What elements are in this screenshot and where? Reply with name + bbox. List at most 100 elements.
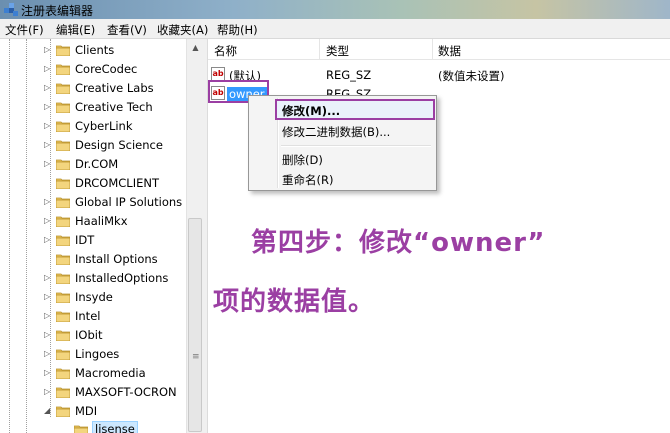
tree-item[interactable]: ▷ Insyde <box>0 288 190 307</box>
folder-icon <box>55 196 71 209</box>
expand-arrow-icon[interactable]: ▷ <box>44 216 52 226</box>
tree-item[interactable]: ▷ Intel <box>0 307 190 326</box>
menu-bar: 文件(F) 编辑(E) 查看(V) 收藏夹(A) 帮助(H) <box>0 19 670 39</box>
tree-item[interactable]: ▷ Clients <box>0 41 190 60</box>
folder-icon <box>55 291 71 304</box>
folder-icon <box>55 405 71 418</box>
expand-arrow-icon[interactable]: ▷ <box>44 197 52 207</box>
folder-icon <box>55 120 71 133</box>
tree-item[interactable]: Install Options <box>0 250 190 269</box>
tree-item-label: InstalledOptions <box>75 271 169 285</box>
tree-item[interactable]: ▷ InstalledOptions <box>0 269 190 288</box>
folder-icon <box>55 82 71 95</box>
context-menu: 修改(M)... 修改二进制数据(B)... 删除(D) 重命名(R) <box>248 95 437 191</box>
expand-arrow-icon[interactable]: ▷ <box>44 159 52 169</box>
folder-icon <box>55 101 71 114</box>
expand-arrow-icon[interactable]: ▷ <box>44 311 52 321</box>
scroll-grip-icon: ≡ <box>192 352 200 362</box>
tree-item-label: HaaliMkx <box>75 214 128 228</box>
registry-tree[interactable]: ▷ Clients ▷ CoreCodec ▷ Creative Labs ▷ Creativ… <box>0 39 202 433</box>
tree-item[interactable]: ▷ IObit <box>0 326 190 345</box>
folder-icon <box>55 63 71 76</box>
menu-view[interactable]: 查看(V) <box>107 22 147 38</box>
tree-item-label: Lingoes <box>75 347 120 361</box>
expand-arrow-icon[interactable]: ▷ <box>44 121 52 131</box>
window-title: 注册表编辑器 <box>21 4 94 18</box>
expand-arrow-icon[interactable]: ▷ <box>44 292 52 302</box>
tree-item[interactable]: ▷ Macromedia <box>0 364 190 383</box>
tree-item-selected[interactable]: lisense <box>0 421 190 433</box>
tree-item-label: Macromedia <box>75 366 146 380</box>
tree-item[interactable]: ▷ CyberLink <box>0 117 190 136</box>
tree-item-label: Clients <box>75 43 115 57</box>
registry-editor-icon <box>4 3 18 16</box>
expand-arrow-icon[interactable]: ▷ <box>44 235 52 245</box>
expand-arrow-icon[interactable]: ▷ <box>44 368 52 378</box>
tree-item[interactable]: ▷ CoreCodec <box>0 60 190 79</box>
expand-arrow-icon[interactable]: ▷ <box>44 140 52 150</box>
tree-item-label: CoreCodec <box>75 62 138 76</box>
column-data[interactable]: 数据 <box>438 43 461 59</box>
expand-arrow-icon[interactable]: ▷ <box>44 273 52 283</box>
tree-item-label: IObit <box>75 328 103 342</box>
expand-arrow-icon[interactable]: ▷ <box>44 64 52 74</box>
tree-item[interactable]: ▷ HaaliMkx <box>0 212 190 231</box>
menu-item-delete[interactable]: 删除(D) <box>282 152 323 168</box>
expand-arrow-icon[interactable]: ▷ <box>44 387 52 397</box>
menu-item-rename[interactable]: 重命名(R) <box>282 172 333 188</box>
tree-item[interactable]: ▷ Creative Labs <box>0 79 190 98</box>
menu-separator <box>281 145 431 147</box>
folder-icon <box>55 367 71 380</box>
value-row-default[interactable]: ab (默认) REG_SZ (数值未设置) <box>208 65 670 84</box>
tree-item-label: Creative Tech <box>75 100 153 114</box>
tree-item-label: DRCOMCLIENT <box>75 176 159 190</box>
folder-icon <box>55 139 71 152</box>
tree-item[interactable]: ▷ Creative Tech <box>0 98 190 117</box>
expand-arrow-icon[interactable]: ▷ <box>44 102 52 112</box>
tree-item-label: Dr.COM <box>75 157 119 171</box>
tree-item-label: lisense <box>92 421 138 433</box>
tree-scrollbar[interactable]: ▲ ≡ <box>186 39 204 433</box>
folder-icon <box>55 272 71 285</box>
tree-item[interactable]: DRCOMCLIENT <box>0 174 190 193</box>
menu-favorites[interactable]: 收藏夹(A) <box>157 22 208 38</box>
folder-icon <box>55 310 71 323</box>
folder-icon <box>55 158 71 171</box>
tree-item[interactable]: ▷ Global IP Solutions <box>0 193 190 212</box>
tree-item-label: Global IP Solutions <box>75 195 183 209</box>
folder-icon <box>55 177 71 190</box>
column-divider[interactable] <box>432 39 433 59</box>
column-divider[interactable] <box>319 39 320 59</box>
menu-item-modify-binary[interactable]: 修改二进制数据(B)... <box>282 124 390 140</box>
folder-icon <box>55 386 71 399</box>
tree-item-label: MDI <box>75 404 98 418</box>
tree-item[interactable]: ▷ MAXSOFT-OCRON <box>0 383 190 402</box>
menu-file[interactable]: 文件(F) <box>5 22 44 38</box>
tree-item-label: IDT <box>75 233 95 247</box>
tree-item[interactable]: ▷ Lingoes <box>0 345 190 364</box>
tree-item-label: MAXSOFT-OCRON <box>75 385 177 399</box>
scroll-up-arrow-icon[interactable]: ▲ <box>187 39 204 56</box>
expand-arrow-icon[interactable]: ▷ <box>44 45 52 55</box>
column-type[interactable]: 类型 <box>326 43 349 59</box>
title-bar: 注册表编辑器 <box>0 0 670 19</box>
folder-icon <box>55 348 71 361</box>
tree-item[interactable]: ▷ Dr.COM <box>0 155 190 174</box>
annotation-step-text: 项的数据值。 <box>213 287 376 317</box>
expand-arrow-icon[interactable]: ▷ <box>44 330 52 340</box>
folder-icon <box>55 253 71 266</box>
annotation-step-title: 第四步：修改“owner” <box>251 228 546 258</box>
tree-item[interactable]: ▷ Design Science <box>0 136 190 155</box>
expanded-arrow-icon[interactable]: ◢ <box>44 406 52 416</box>
folder-icon <box>55 215 71 228</box>
column-name[interactable]: 名称 <box>214 43 237 59</box>
scroll-thumb[interactable]: ≡ <box>188 218 202 432</box>
menu-item-modify[interactable]: 修改(M)... <box>282 103 340 119</box>
expand-arrow-icon[interactable]: ▷ <box>44 349 52 359</box>
expand-arrow-icon[interactable]: ▷ <box>44 83 52 93</box>
tree-item[interactable]: ◢ MDI <box>0 402 190 421</box>
tree-item[interactable]: ▷ IDT <box>0 231 190 250</box>
menu-edit[interactable]: 编辑(E) <box>56 22 95 38</box>
tree-item-label: Design Science <box>75 138 163 152</box>
menu-help[interactable]: 帮助(H) <box>217 22 258 38</box>
